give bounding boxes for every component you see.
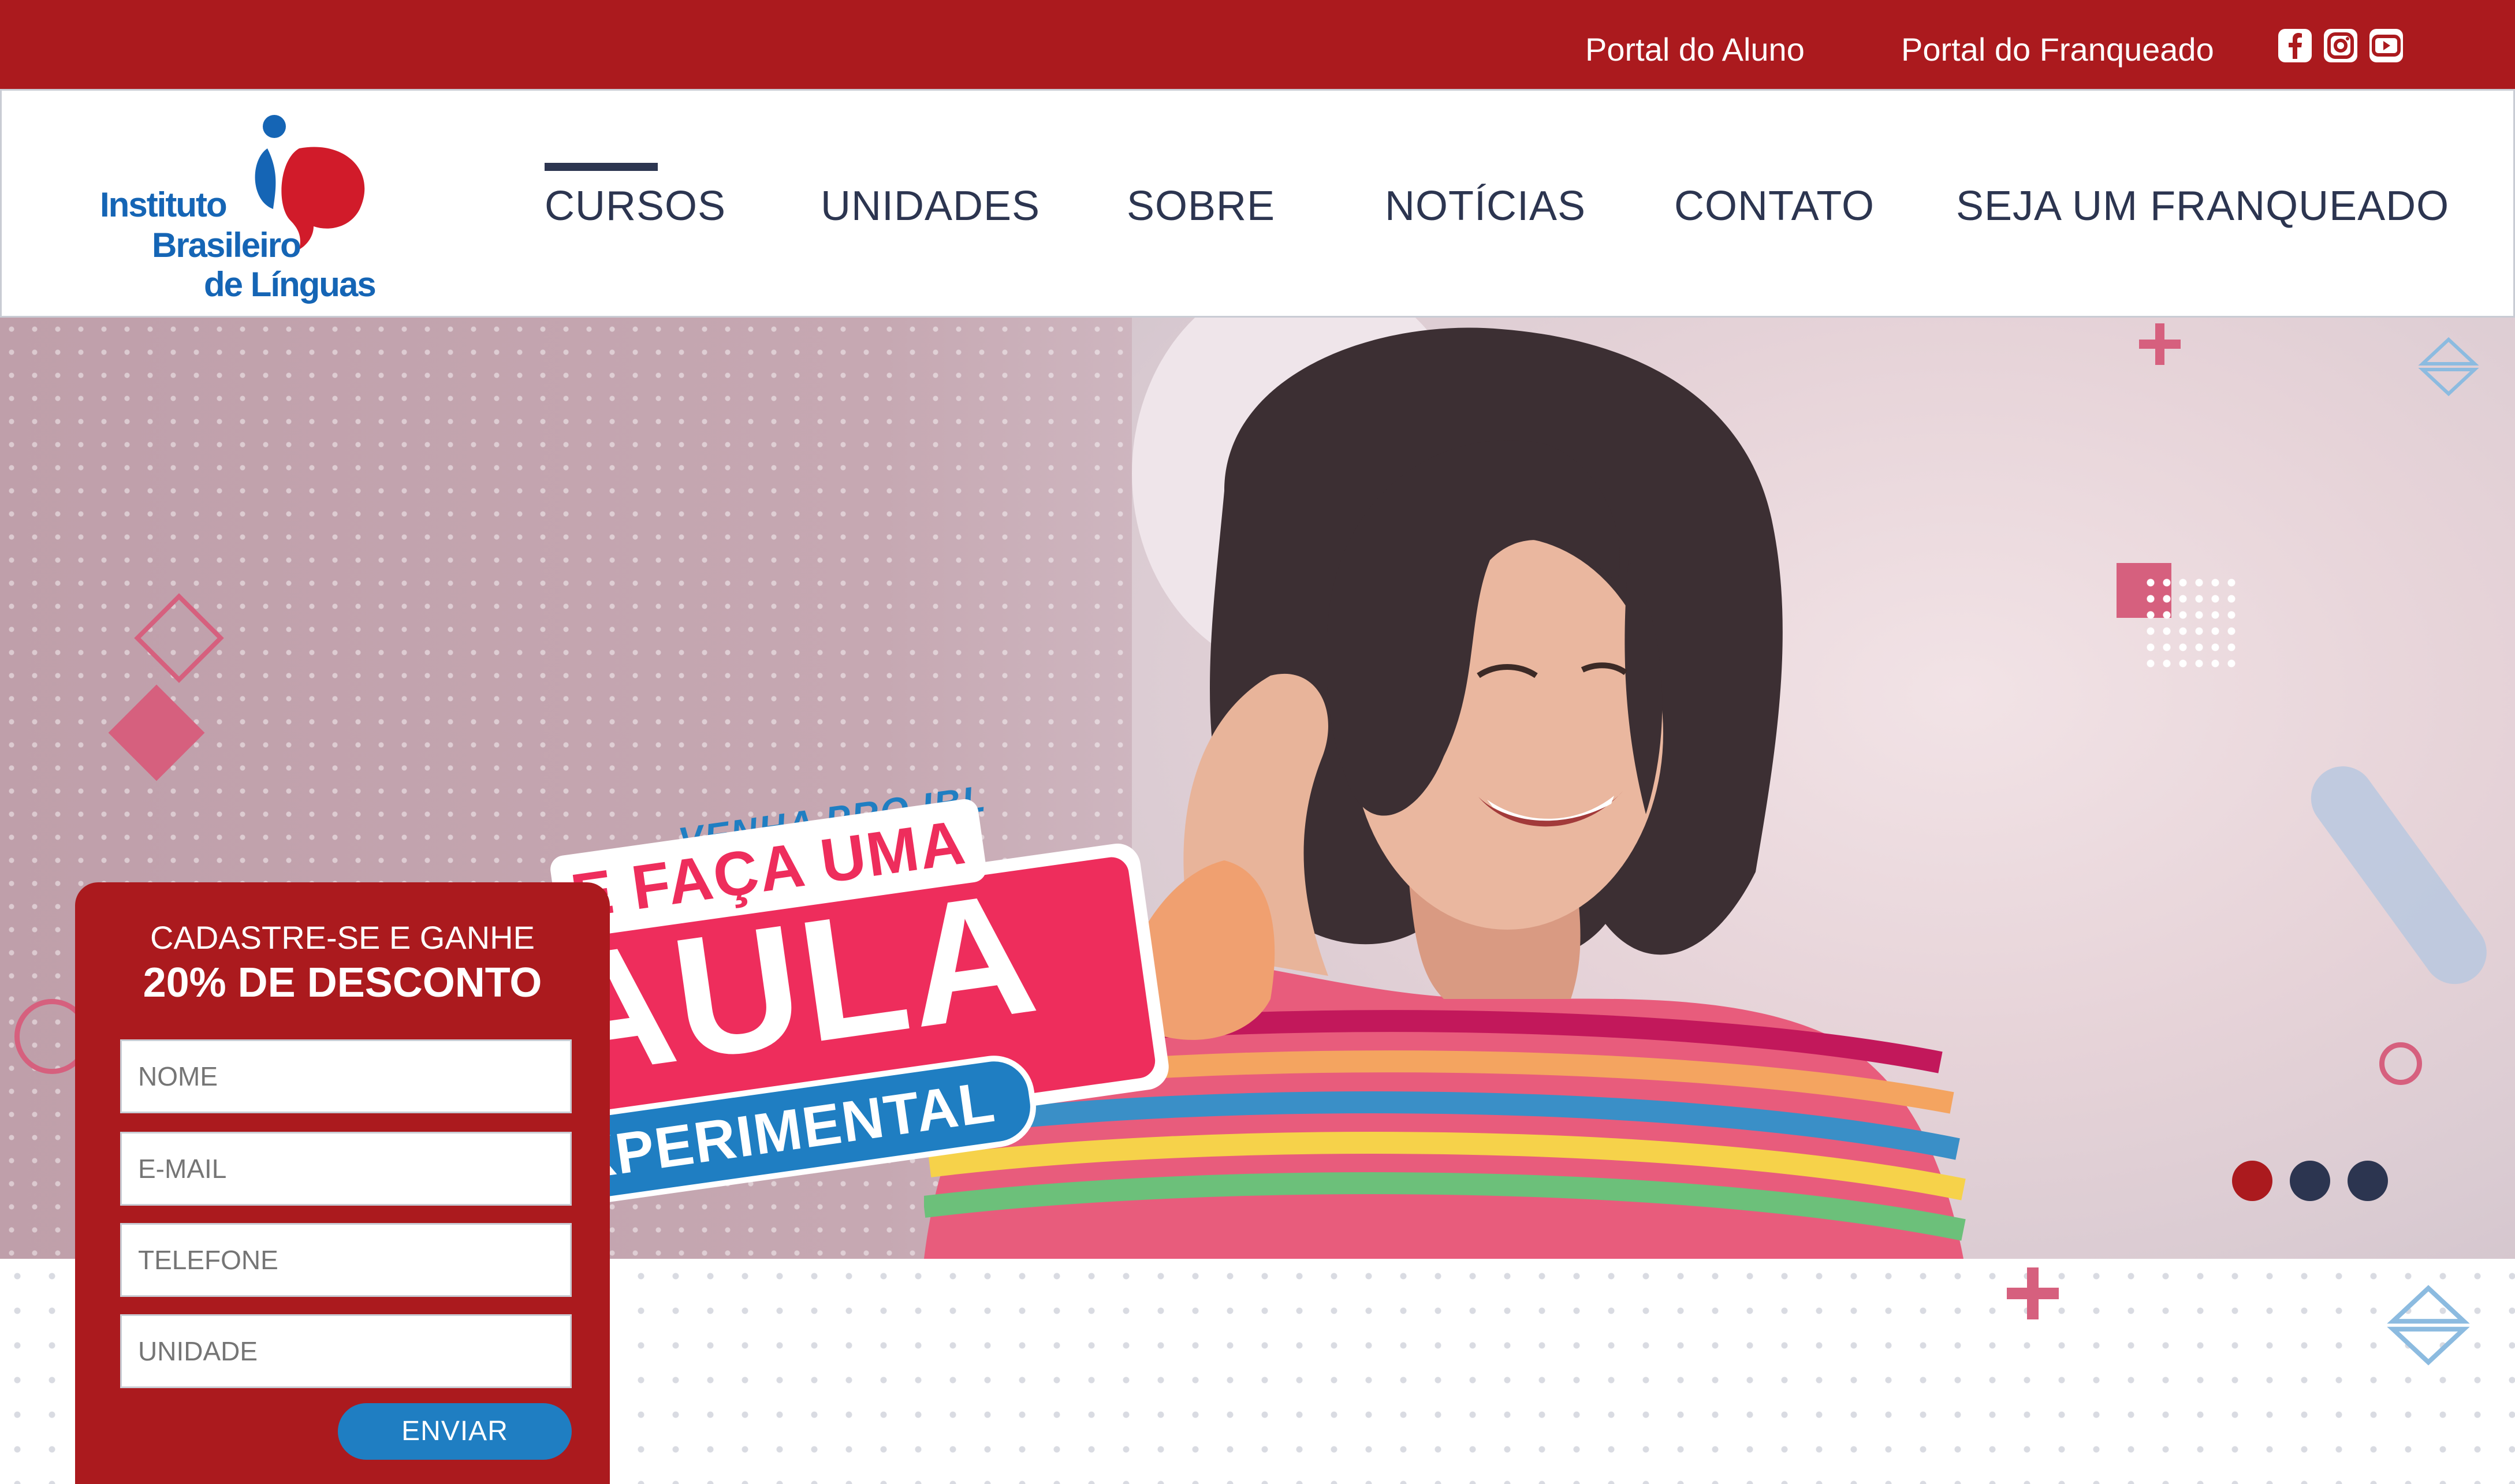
plus-icon-lower: [2007, 1267, 2059, 1319]
telefone-input[interactable]: [120, 1223, 572, 1297]
logo[interactable]: Instituto Brasileiro de Línguas: [100, 115, 389, 304]
signup-form: CADASTRE-SE E GANHE 20% DE DESCONTO ENVI…: [75, 882, 610, 1484]
enviar-button[interactable]: ENVIAR: [338, 1403, 572, 1460]
email-input[interactable]: [120, 1132, 572, 1206]
carousel-dot-1[interactable]: [2232, 1161, 2272, 1201]
nav-item-noticias[interactable]: NOTÍCIAS: [1385, 180, 1586, 232]
carousel-dot-3[interactable]: [2348, 1161, 2388, 1201]
plus-icon: [2139, 323, 2181, 365]
portal-do-aluno-link[interactable]: Portal do Aluno: [1585, 29, 1805, 70]
facebook-icon[interactable]: [2278, 29, 2312, 62]
nav-item-contato[interactable]: CONTATO: [1674, 180, 1875, 232]
top-bar: Portal do Aluno Portal do Franqueado: [0, 0, 2515, 89]
unidade-input[interactable]: [120, 1314, 572, 1388]
header: Instituto Brasileiro de Línguas CURSOS U…: [0, 89, 2515, 318]
ring-decoration-right: [2379, 1042, 2422, 1085]
nome-input[interactable]: [120, 1039, 572, 1113]
logo-line-2: Brasileiro: [152, 226, 301, 264]
form-discount-title: 20% DE DESCONTO: [143, 960, 542, 1006]
nav-item-cursos[interactable]: CURSOS: [545, 180, 726, 232]
nav-item-sobre[interactable]: SOBRE: [1127, 180, 1275, 232]
dot-grid-decoration: [2143, 575, 2241, 673]
page: Portal do Aluno Portal do Franqueado Ins…: [0, 0, 2515, 1484]
logo-line-1: Instituto: [100, 185, 228, 224]
nav-item-seja-um-franqueado[interactable]: SEJA UM FRANQUEADO: [1956, 180, 2449, 232]
youtube-icon[interactable]: [2369, 29, 2403, 62]
nav-item-unidades[interactable]: UNIDADES: [821, 180, 1040, 232]
portal-do-franqueado-link[interactable]: Portal do Franqueado: [1901, 29, 2214, 70]
nav-active-indicator: [545, 163, 658, 171]
chevron-up-down-icon-lower: [2387, 1285, 2470, 1366]
form-title: CADASTRE-SE E GANHE: [150, 919, 535, 956]
carousel-dot-2[interactable]: [2290, 1161, 2330, 1201]
instagram-icon[interactable]: [2324, 29, 2357, 62]
logo-line-3: de Línguas: [204, 265, 377, 304]
chevron-up-down-icon: [2418, 337, 2479, 397]
